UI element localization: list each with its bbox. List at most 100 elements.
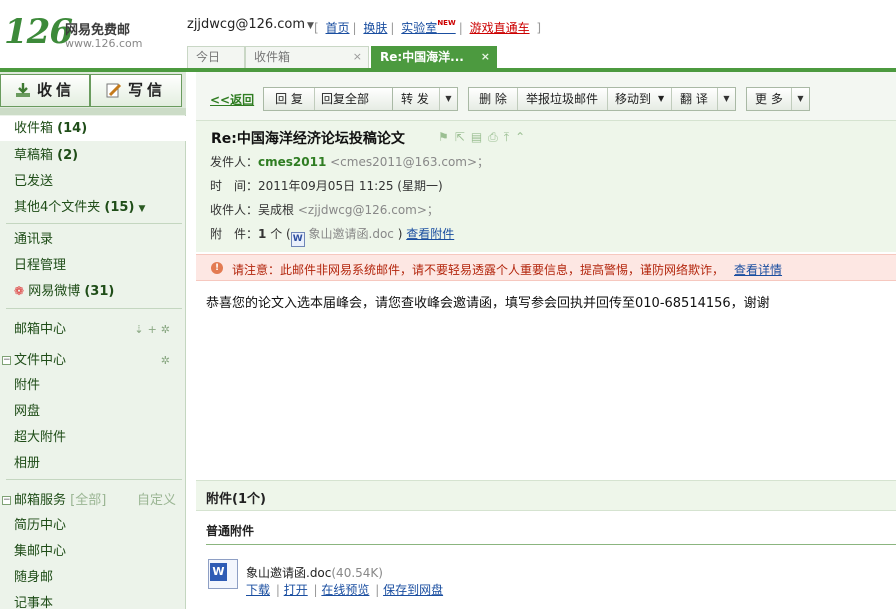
sidebar-item-resume[interactable]: 简历中心 — [0, 513, 186, 538]
receive-button[interactable]: 收信 — [0, 74, 90, 107]
attachment-panel-title: 附件(1个) — [206, 492, 266, 507]
collapse-icon[interactable]: − — [2, 356, 11, 365]
attachment-label: 附 件： — [210, 227, 259, 241]
attachment-section-title: 普通附件 — [206, 524, 255, 538]
word-doc-icon: W — [290, 232, 305, 247]
back-link[interactable]: <<返回 — [210, 91, 254, 108]
warning-icon: ! — [211, 262, 223, 274]
sidebar-item-attachments[interactable]: 附件 — [0, 373, 186, 398]
sidebar-item-weibo[interactable]: ❁ 网易微博 (31) — [0, 279, 186, 304]
sidebar-item-mailbox-center[interactable]: 邮箱中心 ⇣+✲ — [0, 317, 186, 342]
more-button[interactable]: 更 多 ▼ — [746, 87, 810, 111]
chevron-down-icon: ▼ — [307, 21, 314, 31]
item-label: 简历中心 — [14, 518, 67, 533]
gear-icon[interactable]: ✲ — [161, 323, 174, 336]
chevron-down-icon[interactable]: ▼ — [439, 88, 457, 110]
weibo-icon: ❁ — [14, 284, 25, 298]
item-label: 网盘 — [14, 404, 41, 419]
top-icon[interactable]: ⤒ — [504, 130, 515, 144]
sidebar-item-large-attachments[interactable]: 超大附件 — [0, 425, 186, 450]
customize-link[interactable]: 自定义 — [137, 488, 176, 513]
divider — [6, 223, 182, 224]
sidebar-item-netdisk[interactable]: 网盘 — [0, 399, 186, 424]
unread-count: (31) — [84, 284, 115, 299]
source-icon[interactable]: ▤ — [471, 130, 488, 144]
view-attachment-link[interactable]: 查看附件 — [406, 227, 454, 241]
chevron-down-icon: ▼ — [658, 94, 665, 103]
move-to-button[interactable]: 移动到 ▼ — [607, 88, 671, 110]
skin-link[interactable]: 换肤 — [363, 21, 387, 35]
show-all-link[interactable]: [全部] — [70, 493, 106, 508]
sidebar-item-stamps[interactable]: 集邮中心 — [0, 539, 186, 564]
mail-header: Re:中国海洋经济论坛投稿论文 ⚑⇱▤⎙⤒⌃ 发件人：cmes2011 <cme… — [196, 120, 896, 252]
sidebar-item-calendar[interactable]: 日程管理 — [0, 253, 186, 278]
item-label: 随身邮 — [14, 570, 54, 585]
sidebar-item-sent[interactable]: 已发送 — [0, 169, 186, 194]
forward-button[interactable]: 转 发 ▼ — [392, 87, 458, 111]
sidebar-item-notes[interactable]: 记事本 — [0, 591, 186, 616]
recipient-name[interactable]: 吴成根 — [258, 203, 294, 217]
sidebar-item-contacts[interactable]: 通讯录 — [0, 227, 186, 252]
unread-count: (15) — [104, 200, 135, 215]
home-link[interactable]: 首页 — [326, 21, 350, 35]
attachment-filename[interactable]: 象山邀请函.doc — [309, 227, 394, 241]
print-icon[interactable]: ⎙ — [488, 130, 504, 144]
folder-label: 草稿箱 — [14, 148, 54, 163]
logo-number: 126 — [4, 12, 73, 52]
sidebar-item-album[interactable]: 相册 — [0, 451, 186, 476]
close-icon[interactable]: × — [481, 47, 490, 67]
sidebar-item-inbox[interactable]: 收件箱 (14) — [0, 116, 186, 141]
collapse-icon[interactable]: ⌃ — [515, 130, 531, 144]
popout-icon[interactable]: ⇱ — [455, 130, 471, 144]
mail-toolbar: <<返回 回 复 回复全部 ▼ 转 发 ▼ 删 除 举报垃圾邮件 移动到 ▼ 翻 … — [196, 72, 896, 120]
unread-count: (2) — [57, 148, 79, 163]
folder-label: 已发送 — [14, 174, 54, 189]
gear-icon[interactable]: ✲ — [161, 348, 174, 373]
item-label: 集邮中心 — [14, 544, 67, 559]
triangle-down-icon[interactable]: ▼ — [139, 204, 146, 214]
lab-link[interactable]: 实验室NEW — [401, 19, 456, 35]
tab-today[interactable]: 今日 — [187, 46, 245, 68]
download-icon[interactable]: ⇣ — [134, 323, 147, 336]
chevron-down-icon[interactable]: ▼ — [791, 88, 809, 110]
sidebar-group-mail-service[interactable]: − 邮箱服务 [全部] 自定义 — [0, 488, 186, 513]
report-spam-button[interactable]: 举报垃圾邮件 — [517, 88, 607, 110]
attachment-size: (40.54K) — [331, 566, 383, 580]
logo[interactable]: 126 网易免费邮 www.126.com — [4, 14, 154, 54]
reply-button[interactable]: 回 复 — [264, 88, 314, 110]
delete-button[interactable]: 删 除 — [469, 88, 517, 110]
time-value: 2011年09月05日 11:25 (星期一) — [258, 179, 443, 193]
new-badge: NEW — [437, 19, 456, 27]
chevron-down-icon[interactable]: ▼ — [717, 88, 735, 110]
compose-button[interactable]: 写信 — [90, 74, 182, 107]
tab-label: 收件箱 — [254, 50, 291, 64]
game-link[interactable]: 游戏直通车 — [470, 21, 530, 35]
sender-name[interactable]: cmes2011 — [258, 155, 326, 169]
open-link[interactable]: 打开 — [284, 583, 308, 597]
sidebar-group-file-center[interactable]: − 文件中心 ✲ — [0, 348, 186, 373]
sidebar-item-mobile-mail[interactable]: 随身邮 — [0, 565, 186, 590]
preview-link[interactable]: 在线预览 — [321, 583, 369, 597]
collapse-icon[interactable]: − — [2, 496, 11, 505]
report-spam-label: 举报垃圾邮件 — [526, 92, 599, 106]
download-link[interactable]: 下载 — [246, 583, 270, 597]
mailbox-center-tools: ⇣+✲ — [134, 317, 174, 342]
save-to-disk-link[interactable]: 保存到网盘 — [383, 583, 443, 597]
section-label: 文件中心 — [14, 353, 67, 368]
sidebar-item-other-folders[interactable]: 其他4个文件夹 (15) ▼ — [0, 195, 186, 220]
tab-inbox[interactable]: 收件箱 × — [245, 46, 369, 68]
divider — [6, 308, 182, 309]
close-icon[interactable]: × — [353, 47, 362, 67]
translate-label: 翻 译 — [680, 92, 708, 106]
warning-details-link[interactable]: 查看详情 — [734, 263, 782, 277]
account-menu[interactable]: zjjdwcg@126.com ▼ — [187, 17, 314, 32]
action-shadow — [0, 108, 186, 115]
tab-current-mail[interactable]: Re:中国海洋... × — [371, 46, 497, 68]
add-icon[interactable]: + — [148, 323, 161, 336]
attachment-filename[interactable]: 象山邀请函.doc — [246, 566, 331, 580]
sidebar-item-drafts[interactable]: 草稿箱 (2) — [0, 143, 186, 168]
flag-icon[interactable]: ⚑ — [438, 130, 455, 144]
top-links: [ 首页 | 换肤 | 实验室NEW | 游戏直通车 ] — [314, 19, 542, 35]
warning-message: 请注意：此邮件非网易系统邮件，请不要轻易透露个人重要信息，提高警惕，谨防网络欺诈… — [232, 263, 725, 277]
word-doc-icon[interactable]: W — [208, 559, 238, 589]
